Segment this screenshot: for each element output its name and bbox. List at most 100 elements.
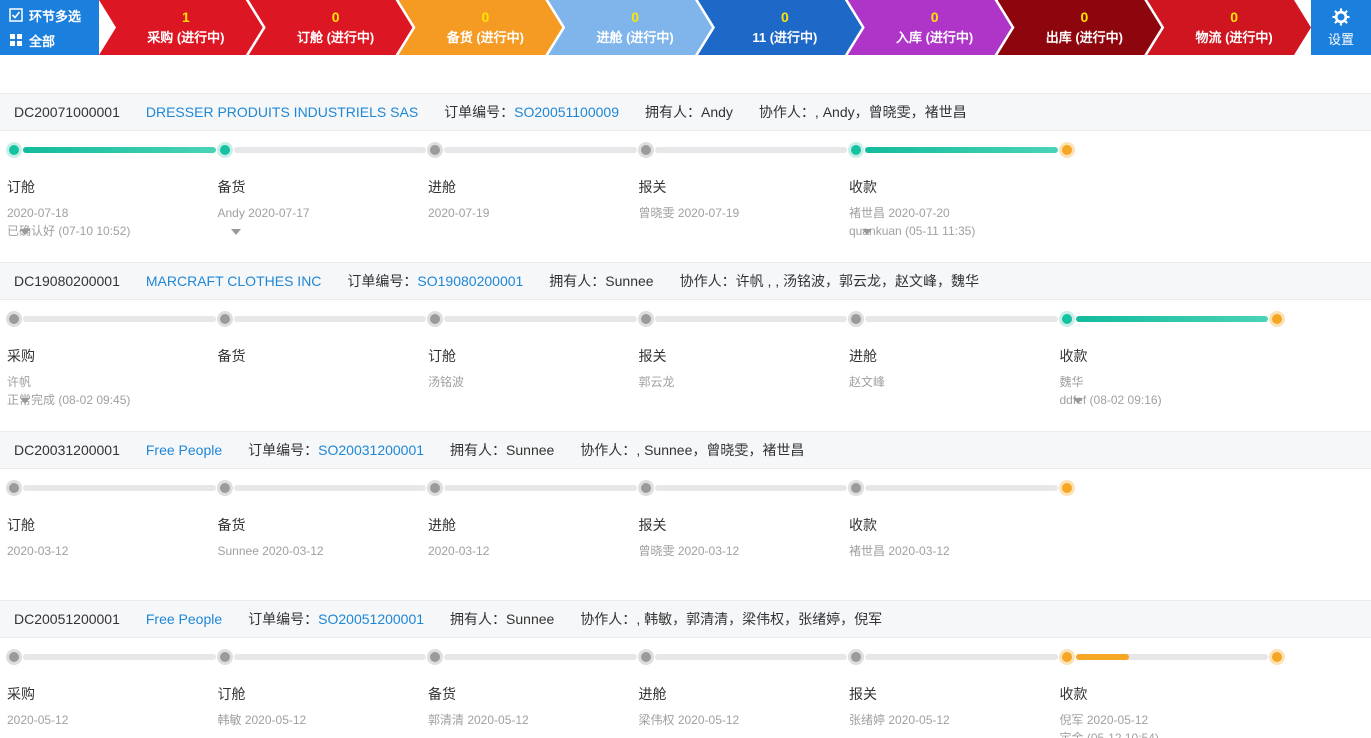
step-name: 报关 [849, 686, 877, 702]
chevron-down-icon[interactable] [230, 229, 241, 235]
order-no-link[interactable]: SO20051100009 [514, 104, 619, 120]
pipeline-stage[interactable]: 0 11 (进行中) [698, 0, 862, 55]
card-header: DC20051200001 Free People 订单编号：SO2005120… [0, 600, 1371, 638]
multi-select-filter[interactable]: 环节多选 [9, 6, 90, 25]
owner-value: Sunnee [605, 273, 654, 289]
timeline-step: 进舱 2020-03-12 [428, 469, 639, 599]
filter-panel: 环节多选 全部 [0, 0, 99, 55]
owner-pair: 拥有人：Sunnee [450, 609, 554, 629]
step-name: 采购 [7, 348, 35, 364]
chevron-down-icon[interactable] [1072, 398, 1083, 404]
chevron-down-icon[interactable] [20, 229, 30, 235]
pipeline-stage[interactable]: 0 进舱 (进行中) [548, 0, 712, 55]
multi-select-label: 环节多选 [29, 8, 82, 24]
pipeline-stage[interactable]: 0 物流 (进行中) [1147, 0, 1311, 55]
card-header: DC20031200001 Free People 订单编号：SO2003120… [0, 431, 1371, 469]
customer-link[interactable]: Free People [146, 611, 222, 627]
pipeline-stage[interactable]: 0 订舱 (进行中) [249, 0, 413, 55]
chevron-down-icon[interactable] [862, 229, 872, 235]
order-no-label: 订单编号： [444, 104, 515, 120]
step-text: 报关 张绪婷 2020-05-12 [849, 684, 1054, 729]
collaborators-label: 协作人： [679, 273, 736, 289]
step-name: 报关 [638, 348, 667, 364]
step-subtitle: 曾晓雯 2020-03-12 [638, 544, 740, 558]
step-text: 进舱 梁伟权 2020-05-12 [639, 684, 844, 729]
step-name: 收款 [849, 517, 877, 533]
order-no-label: 订单编号： [347, 273, 418, 289]
customer-link[interactable]: MARCRAFT CLOTHES INC [146, 273, 322, 289]
step-name: 备货 [217, 179, 246, 195]
pipeline-stage[interactable]: 1 采购 (进行中) [99, 0, 263, 55]
pipeline-stage[interactable]: 0 出库 (进行中) [998, 0, 1162, 55]
step-subtitle: 2020-05-12 [7, 713, 69, 727]
step-note: quankuan (05-11 11:35) [849, 224, 976, 238]
customer-link[interactable]: DRESSER PRODUITS INDUSTRIELS SAS [146, 104, 418, 120]
step-note: ddfef (08-02 09:16) [1059, 393, 1162, 407]
settings-button[interactable]: 设置 [1311, 0, 1371, 55]
step-name: 收款 [1059, 686, 1088, 702]
timeline-step: 进舱 2020-07-19 [428, 131, 639, 261]
owner-value: Andy [701, 104, 733, 120]
order-no-link[interactable]: SO20051200001 [318, 611, 424, 627]
step-subtitle: 2020-03-12 [428, 544, 490, 558]
step-node-icon [219, 652, 230, 662]
step-text: 报关 郭云龙 [639, 346, 844, 391]
pipeline-stage[interactable]: 0 备货 (进行中) [399, 0, 563, 55]
timeline-step: 订舱 2020-03-12 [7, 469, 218, 599]
pipeline-stage[interactable]: 0 入库 (进行中) [848, 0, 1012, 55]
step-name: 备货 [428, 686, 456, 702]
grid-icon [9, 33, 23, 47]
timeline-step: 采购 许帆 正常完成 (08-02 09:45) [7, 300, 218, 430]
order-no-link[interactable]: SO19080200001 [417, 273, 523, 289]
step-node-icon [430, 145, 440, 155]
stage-label: 进舱 (进行中) [596, 30, 674, 45]
step-subtitle: 魏华 [1059, 375, 1084, 389]
step-subtitle: 2020-07-19 [428, 206, 490, 220]
step-node-icon [640, 652, 651, 662]
order-no-pair: 订单编号：SO20051200001 [248, 609, 424, 629]
stage-label: 出库 (进行中) [1045, 30, 1124, 45]
customer-link[interactable]: Free People [146, 442, 222, 458]
timeline-step: 报关 曾晓雯 2020-03-12 [639, 469, 850, 599]
timeline-step: 备货 Sunnee 2020-03-12 [218, 469, 429, 599]
order-timeline: 订舱 2020-07-18 已确认好 (07-10 10:52) 备货 Andy… [0, 131, 1371, 261]
step-note: 正常完成 (08-02 09:45) [7, 393, 131, 407]
step-text: 进舱 2020-07-19 [428, 177, 633, 222]
order-card: DC20031200001 Free People 订单编号：SO2003120… [0, 431, 1371, 600]
order-no-link[interactable]: SO20031200001 [318, 442, 424, 458]
stage-label: 入库 (进行中) [895, 30, 974, 45]
step-text: 备货 Sunnee 2020-03-12 [218, 515, 423, 560]
step-node-icon [9, 483, 19, 493]
step-node-icon [9, 314, 19, 324]
step-subtitle: 许帆 [7, 375, 32, 389]
step-text: 订舱 2020-03-12 [7, 515, 212, 560]
timeline-step: 收款 褚世昌 2020-07-20 quankuan (05-11 11:35) [849, 131, 1060, 261]
timeline-step: 收款 魏华 ddfef (08-02 09:16) [1060, 300, 1271, 430]
timeline-step: 订舱 韩敏 2020-05-12 [218, 638, 429, 738]
card-header: DC20071000001 DRESSER PRODUITS INDUSTRIE… [0, 93, 1371, 131]
order-timeline: 订舱 2020-03-12 备货 Sunnee 2020-03-12 进舱 20… [0, 469, 1371, 599]
step-node-icon [851, 145, 861, 155]
collaborators-value: , 韩敏，郭清清，梁伟权，张绪婷，倪军 [636, 611, 883, 627]
step-node-icon [640, 314, 651, 324]
step-subtitle: Sunnee 2020-03-12 [217, 544, 324, 558]
chevron-down-icon[interactable] [20, 398, 30, 404]
timeline-step: 收款 褚世昌 2020-03-12 [849, 469, 1060, 599]
collaborators-pair: 协作人：, Andy，曾晓雯，褚世昌 [759, 102, 967, 122]
timeline-step: 备货 [218, 300, 429, 430]
step-subtitle: 张绪婷 2020-05-12 [849, 713, 950, 727]
step-text: 订舱 韩敏 2020-05-12 [218, 684, 423, 729]
step-text: 收款 褚世昌 2020-03-12 [849, 515, 1054, 560]
owner-pair: 拥有人：Sunnee [549, 271, 653, 291]
timeline-step: 采购 2020-05-12 [7, 638, 218, 738]
order-card-id: DC20071000001 [14, 104, 120, 120]
collaborators-pair: 协作人：, 韩敏，郭清清，梁伟权，张绪婷，倪军 [580, 609, 882, 629]
step-node-icon [640, 145, 651, 155]
all-label: 全部 [29, 33, 56, 49]
timeline-end-node [1061, 145, 1072, 155]
step-subtitle: 褚世昌 2020-07-20 [849, 206, 950, 220]
step-subtitle: 汤铭波 [428, 375, 465, 389]
all-filter[interactable]: 全部 [9, 31, 90, 50]
step-name: 备货 [217, 517, 246, 533]
settings-label: 设置 [1327, 31, 1354, 47]
